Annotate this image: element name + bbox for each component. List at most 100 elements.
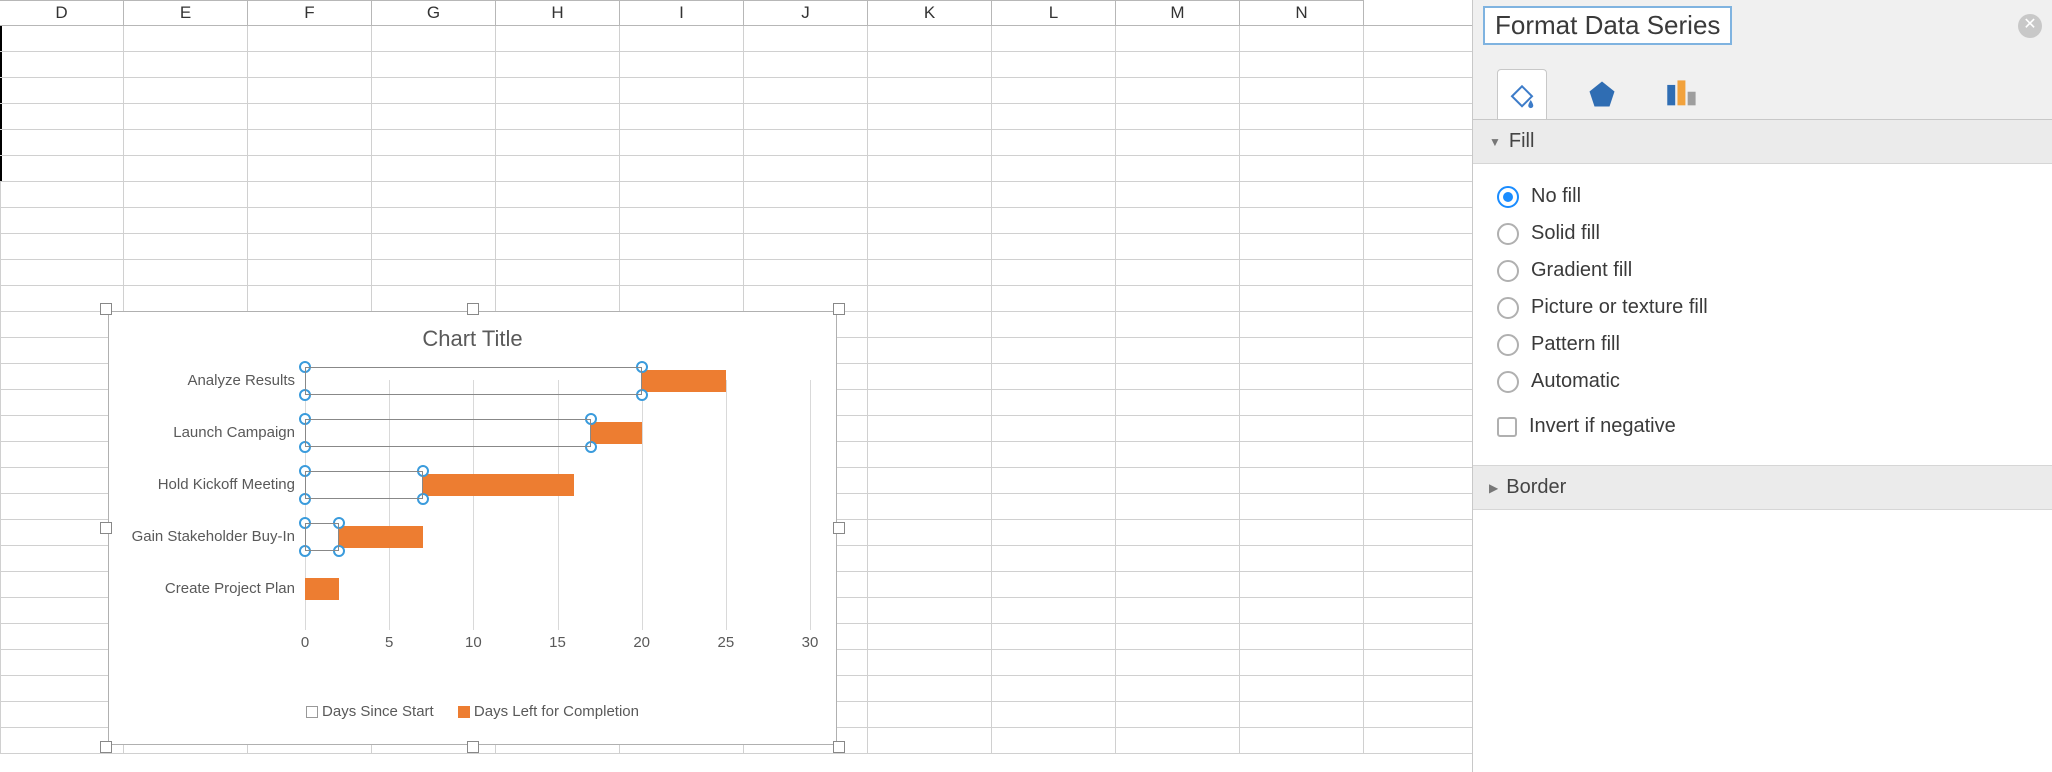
grid-cell[interactable] [496, 260, 620, 285]
grid-cell[interactable] [496, 78, 620, 103]
grid-cell[interactable] [992, 338, 1116, 363]
grid-cell[interactable] [868, 624, 992, 649]
grid-cell[interactable] [992, 546, 1116, 571]
grid-cell[interactable] [1240, 390, 1364, 415]
grid-cell[interactable] [1116, 78, 1240, 103]
grid-cell[interactable] [1116, 156, 1240, 181]
col-header[interactable]: J [744, 0, 868, 25]
col-header[interactable]: E [124, 0, 248, 25]
grid-cell[interactable] [992, 520, 1116, 545]
grid-cell[interactable] [992, 156, 1116, 181]
grid-cell[interactable] [1116, 702, 1240, 727]
grid-cell[interactable] [124, 182, 248, 207]
grid-cell[interactable] [372, 52, 496, 77]
grid-cell[interactable] [868, 130, 992, 155]
grid-cell[interactable] [868, 598, 992, 623]
grid-cell[interactable] [620, 182, 744, 207]
category-label[interactable]: Analyze Results [125, 372, 295, 389]
grid-cell[interactable] [0, 78, 124, 103]
grid-cell[interactable] [1240, 208, 1364, 233]
grid-cell[interactable] [620, 26, 744, 51]
radio-solid-fill[interactable]: Solid fill [1497, 215, 2028, 252]
chart-legend[interactable]: Days Since Start Days Left for Completio… [109, 703, 836, 720]
bar-segment[interactable] [591, 422, 642, 444]
grid-cell[interactable] [992, 364, 1116, 389]
grid-cell[interactable] [1240, 182, 1364, 207]
grid-cell[interactable] [1240, 520, 1364, 545]
grid-cell[interactable] [1116, 624, 1240, 649]
grid-cell[interactable] [620, 156, 744, 181]
grid-cell[interactable] [868, 364, 992, 389]
tab-fill-line[interactable] [1497, 69, 1547, 119]
grid-cell[interactable] [992, 624, 1116, 649]
resize-handle[interactable] [100, 741, 112, 753]
grid-cell[interactable] [1240, 676, 1364, 701]
grid-cell[interactable] [248, 208, 372, 233]
chart-object[interactable]: Chart Title 051015202530Analyze ResultsL… [100, 303, 845, 753]
grid-cell[interactable] [620, 52, 744, 77]
grid-cell[interactable] [0, 26, 124, 51]
grid-cell[interactable] [372, 26, 496, 51]
grid-cell[interactable] [124, 208, 248, 233]
grid-cell[interactable] [1240, 286, 1364, 311]
col-header[interactable]: H [496, 0, 620, 25]
grid-cell[interactable] [992, 104, 1116, 129]
grid-cell[interactable] [0, 208, 124, 233]
grid-cell[interactable] [992, 260, 1116, 285]
grid-cell[interactable] [496, 208, 620, 233]
col-header[interactable]: K [868, 0, 992, 25]
radio-gradient-fill[interactable]: Gradient fill [1497, 252, 2028, 289]
grid-cell[interactable] [868, 338, 992, 363]
grid-cell[interactable] [868, 104, 992, 129]
grid-cell[interactable] [248, 130, 372, 155]
grid-cell[interactable] [248, 234, 372, 259]
grid-cell[interactable] [496, 104, 620, 129]
grid-cell[interactable] [1116, 104, 1240, 129]
grid-cell[interactable] [124, 26, 248, 51]
tab-series-options[interactable] [1657, 69, 1707, 119]
radio-picture-fill[interactable]: Picture or texture fill [1497, 289, 2028, 326]
grid-cell[interactable] [1116, 572, 1240, 597]
grid-cell[interactable] [744, 52, 868, 77]
grid-cell[interactable] [868, 260, 992, 285]
grid-cell[interactable] [992, 468, 1116, 493]
grid-cell[interactable] [992, 650, 1116, 675]
grid-cell[interactable] [1116, 598, 1240, 623]
grid-cell[interactable] [1240, 598, 1364, 623]
grid-cell[interactable] [1240, 494, 1364, 519]
close-icon[interactable]: ✕ [2018, 14, 2042, 38]
resize-handle[interactable] [833, 522, 845, 534]
legend-item-2[interactable]: Days Left for Completion [458, 703, 639, 720]
grid-cell[interactable] [744, 78, 868, 103]
grid-cell[interactable] [1116, 208, 1240, 233]
grid-cell[interactable] [868, 520, 992, 545]
col-header[interactable]: N [1240, 0, 1364, 25]
grid-cell[interactable] [868, 78, 992, 103]
grid-cell[interactable] [744, 156, 868, 181]
grid-cell[interactable] [1240, 442, 1364, 467]
grid-cell[interactable] [1240, 52, 1364, 77]
grid-cell[interactable] [248, 156, 372, 181]
section-border-header[interactable]: ▶ Border [1473, 466, 2052, 510]
chart-title[interactable]: Chart Title [109, 312, 836, 358]
grid-cell[interactable] [1240, 546, 1364, 571]
pane-title[interactable]: Format Data Series [1483, 6, 1732, 45]
grid-cell[interactable] [372, 156, 496, 181]
grid-cell[interactable] [992, 572, 1116, 597]
grid-cell[interactable] [124, 78, 248, 103]
grid-cell[interactable] [744, 26, 868, 51]
grid-cell[interactable] [124, 156, 248, 181]
grid-cell[interactable] [868, 676, 992, 701]
grid-cell[interactable] [744, 182, 868, 207]
grid-cell[interactable] [1116, 26, 1240, 51]
grid-cell[interactable] [0, 156, 124, 181]
grid-cell[interactable] [868, 286, 992, 311]
grid-cell[interactable] [992, 442, 1116, 467]
grid-cell[interactable] [992, 52, 1116, 77]
grid-cell[interactable] [1116, 260, 1240, 285]
grid-cell[interactable] [868, 416, 992, 441]
category-label[interactable]: Launch Campaign [125, 424, 295, 441]
grid-cell[interactable] [0, 130, 124, 155]
grid-cell[interactable] [1116, 494, 1240, 519]
grid-cell[interactable] [992, 390, 1116, 415]
